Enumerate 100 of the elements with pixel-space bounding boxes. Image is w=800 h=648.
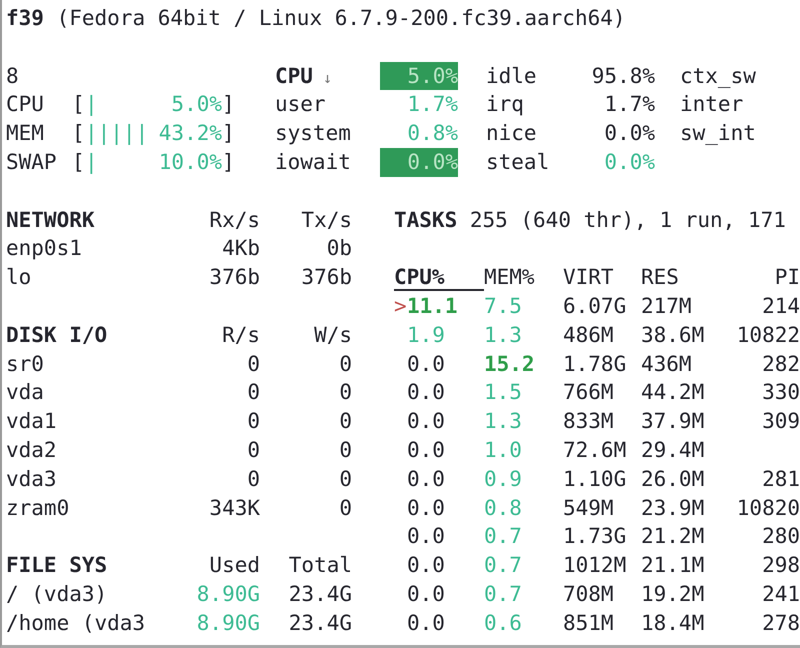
table-cell: 1.0 <box>484 438 522 462</box>
table-cell-text: 8.90G <box>196 580 260 608</box>
table-cell: 21.2M <box>641 524 704 548</box>
gauge-label: SWAP <box>6 148 58 176</box>
selection-marker: > <box>394 294 407 318</box>
table-cell: 19.2M <box>641 582 704 606</box>
table-cell-text: 0 <box>246 379 260 406</box>
table-cell: 6.07G <box>563 294 626 318</box>
table-cell: 330 <box>762 380 800 404</box>
table-cell: 18.4M <box>641 610 704 635</box>
stat-label: iowait <box>275 150 351 174</box>
tasks-label: TASKS <box>394 206 458 234</box>
table-cell: 281 <box>762 466 800 491</box>
gauge-bracket: ] <box>222 120 235 148</box>
stat-label: nice <box>486 121 537 146</box>
stat-value: 5.0% <box>380 62 458 90</box>
table-cell: 72.6M <box>563 438 626 462</box>
gauge-bracket: ] <box>222 148 235 176</box>
table-cell: 29.4M <box>641 438 704 462</box>
table-cell: 549M <box>563 496 614 520</box>
column-header: Tx/s <box>300 206 352 234</box>
table-cell-text: 0 <box>338 494 352 522</box>
tasks-summary: 255 (640 thr), 1 run, 171 <box>470 206 786 234</box>
column-header: Total <box>288 552 352 580</box>
table-cell: 10822 <box>736 322 800 347</box>
table-cell: 0.7 <box>484 582 522 606</box>
row-name: lo <box>6 264 32 292</box>
table-cell-text: 0 <box>246 466 260 493</box>
table-cell: 7.5 <box>484 294 522 318</box>
table-cell-text: 23.4G <box>288 580 352 608</box>
table-cell: 44.2M <box>641 380 704 404</box>
stat-value: 1.7% <box>407 91 458 118</box>
row-name: vda1 <box>6 408 58 436</box>
table-cell: 833M <box>563 409 614 434</box>
table-cell-text: 0 <box>338 436 352 464</box>
table-cell: 217M <box>641 294 692 318</box>
row-name: enp0s1 <box>6 235 83 262</box>
column-header: Used <box>208 552 260 580</box>
table-cell-text: 0 <box>338 408 352 436</box>
table-cell: 1012M <box>563 553 626 578</box>
column-header[interactable]: MEM% <box>484 263 563 292</box>
section-header: DISK I/O <box>6 322 108 349</box>
table-cell: 10820 <box>736 496 800 520</box>
table-cell: 309 <box>762 409 800 434</box>
cpu-header: CPU <box>275 64 313 88</box>
table-cell-text: 0 <box>338 466 352 493</box>
table-cell: 278 <box>762 610 800 635</box>
table-cell-text: 0 <box>246 408 260 436</box>
stat-label: inter <box>680 92 744 116</box>
row-name: vda3 <box>6 466 58 493</box>
table-cell: 1.5 <box>484 380 522 404</box>
table-cell: 0.0 <box>407 466 445 491</box>
row-name: vda2 <box>6 436 58 464</box>
table-cell: 280 <box>762 524 800 548</box>
section-header: NETWORK <box>6 206 96 234</box>
host-title: f39 (Fedora 64bit / Linux 6.7.9-200.fc39.aarch64) <box>6 5 627 32</box>
table-cell: 1.3 <box>484 322 522 347</box>
column-header: R/s <box>221 322 260 349</box>
table-cell: 0.0 <box>407 496 445 520</box>
core-count: 8 <box>6 64 19 88</box>
row-name: sr0 <box>6 350 45 378</box>
table-cell: 0.0 <box>407 352 445 376</box>
table-cell-text: 4Kb <box>221 235 260 262</box>
table-cell: 1.3 <box>484 409 522 434</box>
gauge-bracket: [ <box>72 148 85 176</box>
table-cell: 0.7 <box>484 553 522 578</box>
table-cell-text: 0 <box>338 379 352 406</box>
table-cell: 1.9 <box>407 322 445 347</box>
stat-label: system <box>275 121 351 146</box>
table-cell: 0.0 <box>407 524 445 548</box>
stat-value: 1.7% <box>604 91 655 118</box>
table-cell: 282 <box>762 352 800 376</box>
table-cell-text: 0 <box>338 350 352 378</box>
table-cell: 0.0 <box>407 553 445 578</box>
stat-value: 95.8% <box>592 62 655 90</box>
gauge-value: 43.2% <box>158 120 222 148</box>
gauge-value: 5.0% <box>171 91 222 118</box>
sort-icon[interactable]: ↓ <box>322 68 332 87</box>
table-cell: 15.2 <box>484 352 535 376</box>
gauge-bracket: [ <box>72 120 85 148</box>
gauge-bars: ||||| <box>85 119 148 148</box>
table-cell: 708M <box>563 582 614 606</box>
stat-label: steal <box>486 150 550 174</box>
table-cell: 21.1M <box>641 553 704 578</box>
table-cell: 0.0 <box>407 380 445 404</box>
gauge-label: MEM <box>6 120 45 148</box>
table-cell: 37.9M <box>641 409 704 434</box>
table-cell: 38.6M <box>641 322 704 347</box>
stat-label: ctx_sw <box>680 64 756 88</box>
table-cell-text: 0 <box>246 350 260 378</box>
column-header[interactable]: CPU% <box>394 263 484 292</box>
table-cell-text: 376b <box>208 264 260 292</box>
table-cell: 298 <box>762 553 800 578</box>
table-cell-text: 0b <box>326 235 352 262</box>
table-cell: 0.9 <box>484 466 522 491</box>
table-cell: 0.0 <box>407 438 445 462</box>
column-header[interactable]: RES <box>641 263 719 292</box>
column-header[interactable]: VIRT <box>563 263 641 292</box>
column-header[interactable]: PI <box>719 263 800 292</box>
gauge-bracket: [ <box>72 91 85 118</box>
